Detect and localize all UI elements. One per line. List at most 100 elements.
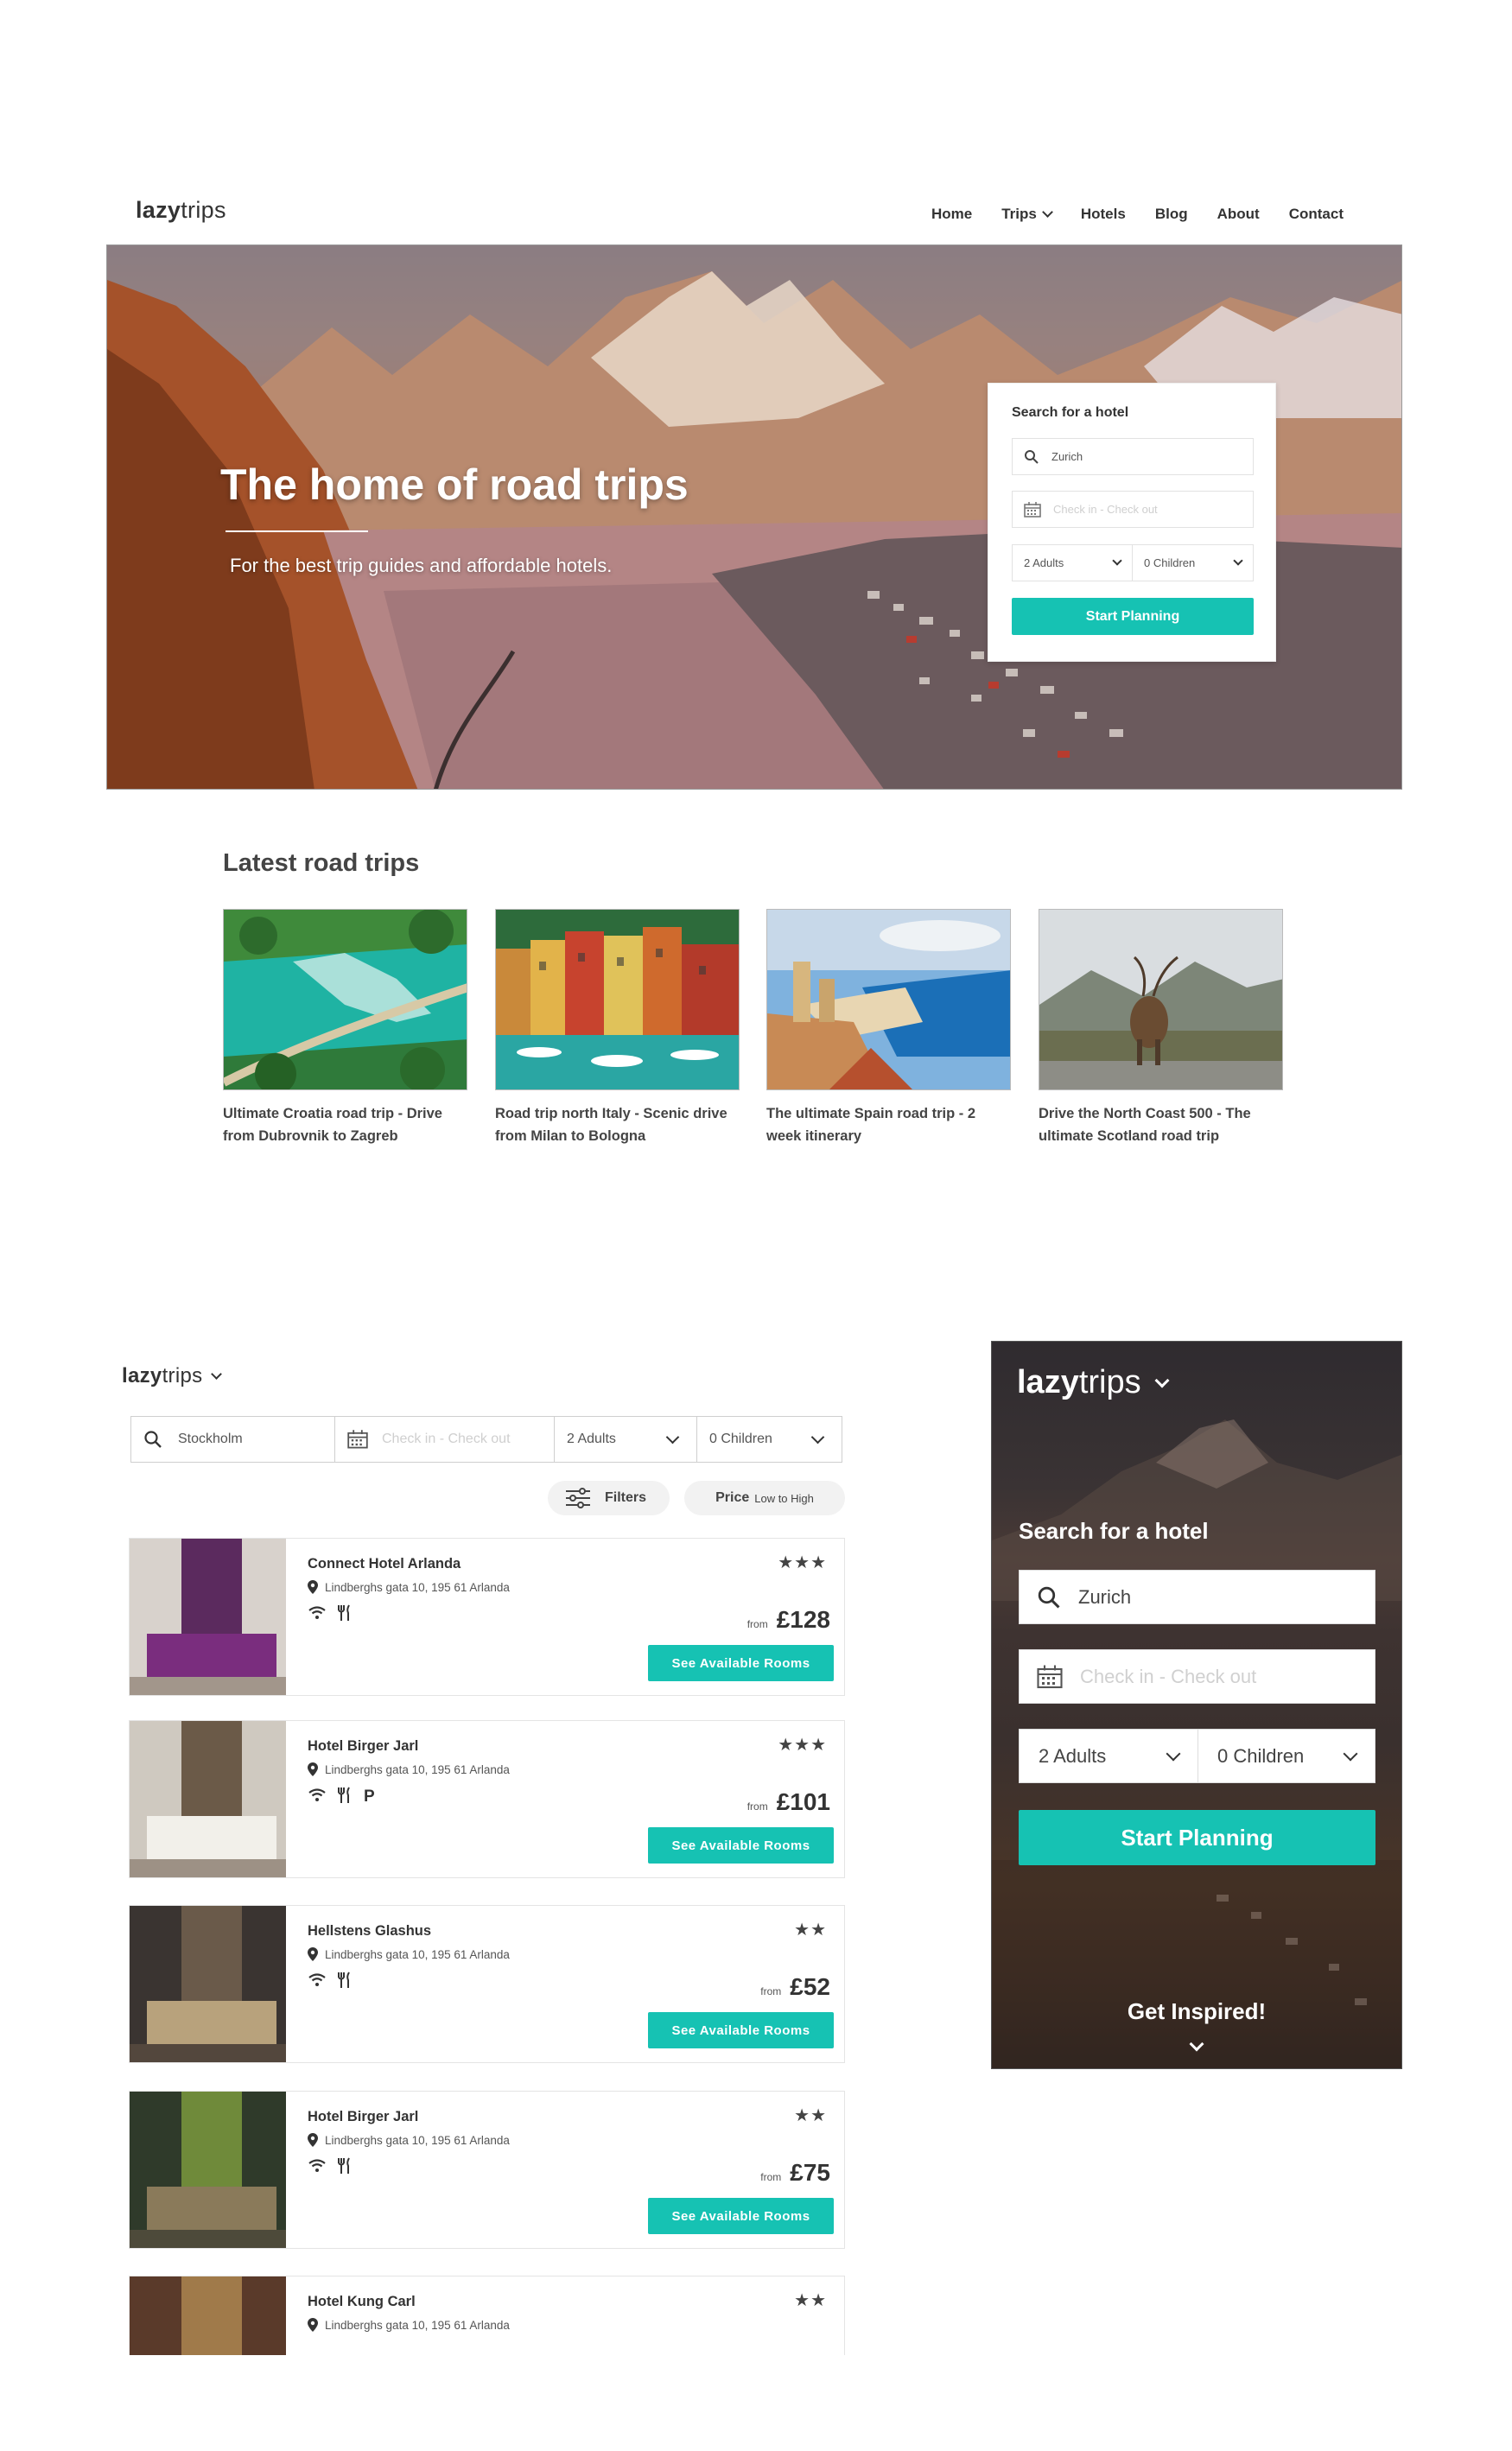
search-icon	[1025, 449, 1039, 464]
trip-title[interactable]: The ultimate Spain road trip - 2 week it…	[766, 1102, 1011, 1147]
calendar-icon	[1037, 1665, 1063, 1688]
location-value: Zurich	[1078, 1585, 1132, 1608]
chevron-down-icon	[665, 1430, 680, 1445]
hotel-name[interactable]: Hellstens Glashus	[308, 1923, 431, 1940]
hotel-image[interactable]	[130, 1539, 286, 1695]
location-input[interactable]: Stockholm	[131, 1417, 335, 1462]
chevron-down-icon	[1233, 556, 1243, 566]
dates-input[interactable]: Check in - Check out	[1012, 491, 1254, 528]
see-available-rooms-button[interactable]: See Available Rooms	[648, 2198, 834, 2234]
nav-hotels[interactable]: Hotels	[1081, 206, 1126, 223]
trip-title[interactable]: Drive the North Coast 500 - The ultimate…	[1039, 1102, 1283, 1147]
get-inspired-label: Get Inspired!	[1127, 1998, 1267, 2024]
trip-image-croatia[interactable]	[223, 909, 467, 1090]
dates-placeholder: Check in - Check out	[1053, 503, 1158, 516]
trip-title[interactable]: Road trip north Italy - Scenic drive fro…	[495, 1102, 740, 1147]
adults-value: 2 Adults	[1024, 556, 1064, 569]
hotel-name[interactable]: Hotel Birger Jarl	[308, 2109, 418, 2125]
hero-divider	[226, 530, 368, 532]
trip-image-italy[interactable]	[495, 909, 740, 1090]
filters-button[interactable]: Filters	[548, 1481, 670, 1515]
location-input[interactable]: Zurich	[1019, 1570, 1375, 1624]
hotel-image[interactable]	[130, 2276, 286, 2355]
sort-button[interactable]: Price Low to High	[684, 1481, 845, 1515]
hotel-name[interactable]: Hotel Birger Jarl	[308, 1738, 418, 1755]
location-value: Stockholm	[178, 1432, 243, 1446]
restaurant-icon	[337, 1787, 353, 1808]
children-select[interactable]: 0 Children	[1198, 1729, 1375, 1783]
logo[interactable]: lazytrips	[136, 197, 226, 224]
main-nav: Home Trips Hotels Blog About Contact	[931, 206, 1344, 223]
hotel-address-text: Lindberghs gata 10, 195 61 Arlanda	[325, 1947, 510, 1961]
calendar-icon	[1024, 501, 1041, 518]
hotel-name[interactable]: Connect Hotel Arlanda	[308, 1556, 461, 1572]
latest-trips-title: Latest road trips	[223, 849, 420, 877]
hotel-address: Lindberghs gata 10, 195 61 Arlanda	[308, 2133, 510, 2147]
wifi-icon	[308, 2158, 327, 2178]
children-select[interactable]: 0 Children	[1132, 544, 1254, 581]
price-value: £52	[790, 1973, 830, 2000]
logo-bold: lazy	[1017, 1364, 1079, 1400]
children-select[interactable]: 0 Children	[697, 1417, 842, 1462]
hotel-star-rating: ★★	[794, 1921, 827, 1940]
trip-title[interactable]: Ultimate Croatia road trip - Drive from …	[223, 1102, 467, 1147]
chevron-down-icon	[1189, 2036, 1204, 2052]
nav-home[interactable]: Home	[931, 206, 972, 223]
chevron-down-icon[interactable]	[1154, 1373, 1170, 1388]
see-available-rooms-button[interactable]: See Available Rooms	[648, 1645, 834, 1681]
list-logo[interactable]: lazytrips	[122, 1364, 223, 1388]
wifi-icon	[308, 1972, 327, 1992]
adults-select[interactable]: 2 Adults	[1019, 1729, 1198, 1783]
hotel-name[interactable]: Hotel Kung Carl	[308, 2294, 416, 2310]
hotel-price: from £128	[747, 1606, 830, 1634]
hotel-card[interactable]: Hellstens Glashus ★★ Lindberghs gata 10, 1…	[129, 1905, 845, 2063]
trip-card[interactable]: The ultimate Spain road trip - 2 week it…	[766, 909, 1011, 1147]
start-planning-button[interactable]: Start Planning	[1019, 1810, 1375, 1865]
search-card-title: Search for a hotel	[1012, 405, 1129, 420]
logo-bold: lazy	[136, 197, 181, 223]
hotel-image[interactable]	[130, 2092, 286, 2248]
hotel-card[interactable]: Hotel Birger Jarl ★★ Lindberghs gata 10, 1…	[129, 2091, 845, 2249]
dates-input[interactable]: Check in - Check out	[335, 1417, 555, 1462]
trip-image-spain[interactable]	[766, 909, 1011, 1090]
map-pin-icon	[308, 2133, 318, 2147]
hotel-address-text: Lindberghs gata 10, 195 61 Arlanda	[325, 1762, 510, 1776]
trip-card[interactable]: Drive the North Coast 500 - The ultimate…	[1039, 909, 1283, 1147]
parking-icon: P	[363, 1787, 377, 1808]
wifi-icon	[308, 1605, 327, 1625]
dates-input[interactable]: Check in - Check out	[1019, 1649, 1375, 1704]
trip-card[interactable]: Ultimate Croatia road trip - Drive from …	[223, 909, 467, 1147]
get-inspired-link[interactable]: Get Inspired!	[992, 1998, 1401, 2055]
restaurant-icon	[337, 1972, 353, 1993]
mobile-hero-panel: lazytrips Search for a hotel Zurich Chec…	[991, 1341, 1402, 2069]
sort-order: Low to High	[754, 1491, 814, 1505]
children-value: 0 Children	[709, 1432, 772, 1446]
nav-blog[interactable]: Blog	[1155, 206, 1188, 223]
nav-contact[interactable]: Contact	[1289, 206, 1344, 223]
see-available-rooms-button[interactable]: See Available Rooms	[648, 2012, 834, 2048]
hotel-card[interactable]: Connect Hotel Arlanda ★★★ Lindberghs gata …	[129, 1538, 845, 1696]
trip-image-scotland[interactable]	[1039, 909, 1283, 1090]
location-input[interactable]: Zurich	[1012, 438, 1254, 475]
hotel-amenities	[308, 2157, 353, 2179]
map-pin-icon	[308, 1947, 318, 1961]
nav-about[interactable]: About	[1217, 206, 1260, 223]
trip-card[interactable]: Road trip north Italy - Scenic drive fro…	[495, 909, 740, 1147]
adults-select[interactable]: 2 Adults	[555, 1417, 697, 1462]
nav-trips[interactable]: Trips	[1001, 206, 1053, 223]
restaurant-icon	[337, 1604, 353, 1626]
hotel-card[interactable]: Hotel Kung Carl ★★ Lindberghs gata 10, 195…	[129, 2276, 845, 2355]
adults-select[interactable]: 2 Adults	[1012, 544, 1133, 581]
hotel-address-text: Lindberghs gata 10, 195 61 Arlanda	[325, 2133, 510, 2147]
hotel-image[interactable]	[130, 1906, 286, 2062]
hotel-search-card: Search for a hotel Zurich Check in - Che…	[988, 383, 1276, 662]
panel-logo[interactable]: lazytrips	[1017, 1364, 1170, 1401]
hotel-image[interactable]	[130, 1721, 286, 1877]
dates-placeholder: Check in - Check out	[382, 1432, 511, 1446]
chevron-down-icon[interactable]	[211, 1368, 223, 1380]
see-available-rooms-button[interactable]: See Available Rooms	[648, 1827, 834, 1864]
hotel-card[interactable]: Hotel Birger Jarl ★★★ Lindberghs gata 10, …	[129, 1720, 845, 1878]
start-planning-button[interactable]: Start Planning	[1012, 598, 1254, 635]
nav-trips-label: Trips	[1001, 206, 1037, 222]
search-icon	[144, 1431, 162, 1448]
